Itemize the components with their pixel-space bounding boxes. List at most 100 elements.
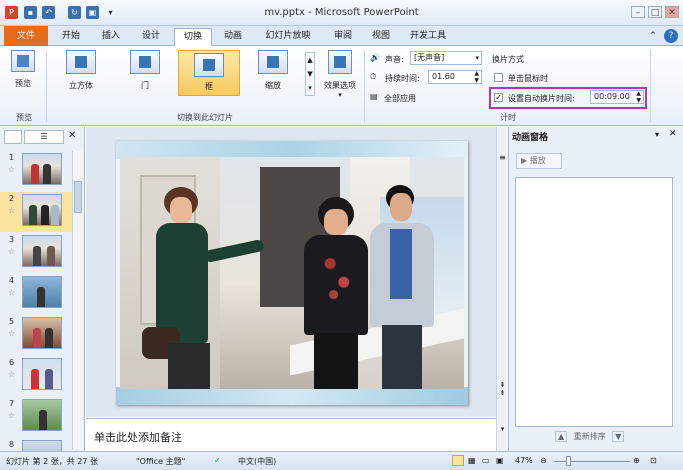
language: 中文(中国) <box>238 457 277 466</box>
star-icon: ☆ <box>8 206 16 215</box>
slide-number: 7 <box>9 399 15 408</box>
person-legs <box>168 343 210 389</box>
transition-box[interactable]: 框 <box>178 50 240 96</box>
slide-canvas[interactable] <box>116 141 468 405</box>
effect-options-label: 效果选项 <box>324 81 356 90</box>
zoom-in-icon[interactable]: ⊕ <box>633 456 640 465</box>
cube-transition-icon <box>66 50 96 74</box>
slide-thumb[interactable]: 1 ☆ <box>0 151 72 191</box>
star-icon: ☆ <box>8 247 16 256</box>
theme-name: "Office 主题" <box>136 457 186 466</box>
slide-sorter-icon[interactable]: ▦ <box>468 456 476 465</box>
maximize-button[interactable]: □ <box>648 6 662 18</box>
zoom-out-icon[interactable]: ⊖ <box>540 456 547 465</box>
slide-number: 1 <box>9 153 15 162</box>
tab-slideshow[interactable]: 幻灯片放映 <box>258 28 318 46</box>
transitions-group-label: 切换到此幻灯片 <box>177 113 233 122</box>
help-icon[interactable]: ? <box>664 29 678 43</box>
slideshow-view-icon[interactable]: ▣ <box>496 456 504 465</box>
slides-tab[interactable] <box>4 130 22 144</box>
transition-door[interactable]: 门 <box>116 50 174 96</box>
slides-panel: ☰ ✕ 1 ☆ 2 ☆ 3 ☆ 4 ☆ 5 ☆ 6 ☆ 7 ☆ 8 <box>0 127 85 451</box>
animation-list[interactable] <box>515 177 673 427</box>
on-click-checkbox[interactable] <box>494 73 503 82</box>
prev-next-slide-icon[interactable]: ⇞ ⇟ <box>498 381 507 397</box>
duration-label: 持续时间: <box>385 74 420 83</box>
scroll-handle-icon[interactable]: ≡ <box>498 153 507 163</box>
tab-file[interactable]: 文件 <box>4 26 48 46</box>
apply-all-button[interactable]: 全部应用 <box>384 93 416 104</box>
slide-thumb[interactable]: 6 ☆ <box>0 356 72 396</box>
slide-thumb[interactable]: 3 ☆ <box>0 233 72 273</box>
slide-number: 2 <box>9 194 15 203</box>
slide-thumb[interactable]: 5 ☆ <box>0 315 72 355</box>
play-button[interactable]: ▶ 播放 <box>516 153 562 169</box>
tab-design[interactable]: 设计 <box>134 28 168 46</box>
panel-scrollbar[interactable] <box>72 151 83 449</box>
slide-image <box>22 317 62 349</box>
preview-button[interactable]: 预览 <box>6 50 40 94</box>
move-up-icon[interactable]: ▲ <box>555 431 568 442</box>
door-transition-icon <box>130 50 160 74</box>
duration-field[interactable]: 01.60 ▲ ▼ <box>428 70 482 84</box>
duration-spinner-icon[interactable]: ▲ ▼ <box>474 70 479 84</box>
effect-options-button[interactable]: 效果选项 ▾ <box>318 50 362 100</box>
sound-label: 声音: <box>385 55 404 64</box>
zoom-slider-thumb[interactable] <box>566 456 571 466</box>
person-face <box>390 193 412 221</box>
tab-review[interactable]: 审阅 <box>326 28 360 46</box>
title-bar: P ▪ ↶ ↻ ▣ ▾ mv.pptx - Microsoft PowerPoi… <box>0 0 683 26</box>
slide-number: 3 <box>9 235 15 244</box>
sound-dropdown[interactable]: [无声音] ▾ <box>410 51 482 65</box>
tab-insert[interactable]: 插入 <box>94 28 128 46</box>
after-time-spinner-icon[interactable]: ▲ ▼ <box>636 90 641 104</box>
ribbon-collapse-icon[interactable]: ⌃ <box>646 28 660 46</box>
slide-thumb[interactable]: 7 ☆ <box>0 397 72 437</box>
spellcheck-icon[interactable]: ✓ <box>214 456 221 465</box>
after-time-checkbox[interactable]: ✓ <box>494 93 503 102</box>
preview-icon <box>11 50 35 72</box>
slide-thumb-selected[interactable]: 2 ☆ <box>0 192 72 232</box>
minimize-button[interactable]: – <box>631 6 645 18</box>
slide-bottom-border <box>116 387 468 405</box>
gallery-scroll[interactable]: ▲ ▼ ▾ <box>305 52 315 96</box>
close-button[interactable]: ✕ <box>665 6 679 18</box>
notes-pane[interactable]: 单击此处添加备注 <box>86 418 496 451</box>
effect-options-icon <box>328 50 352 74</box>
tab-developer[interactable]: 开发工具 <box>404 28 452 46</box>
normal-view-icon[interactable] <box>452 455 464 466</box>
transition-cube[interactable]: 立方体 <box>52 50 110 96</box>
person-jeans <box>382 325 422 389</box>
reorder-label: 重新排序 <box>573 432 606 441</box>
fit-to-window-icon[interactable]: ⊡ <box>650 456 657 465</box>
slide-image <box>22 358 62 390</box>
star-icon: ☆ <box>8 288 16 297</box>
move-down-icon[interactable]: ▼ <box>612 431 625 442</box>
after-time-field[interactable]: 00:09.00 ▲ ▼ <box>590 90 644 104</box>
tab-animations[interactable]: 动画 <box>216 28 250 46</box>
scroll-down-icon[interactable]: ▾ <box>498 425 507 433</box>
duration-icon: ⏱ <box>370 72 377 81</box>
tab-home[interactable]: 开始 <box>54 28 88 46</box>
pane-options-icon[interactable]: ▾ <box>655 130 659 139</box>
close-pane-icon[interactable]: ✕ <box>669 129 677 139</box>
tab-view[interactable]: 视图 <box>364 28 398 46</box>
box-transition-icon <box>194 53 224 77</box>
slide-thumb[interactable]: 4 ☆ <box>0 274 72 314</box>
slide-thumb[interactable]: 8 <box>0 438 72 451</box>
reorder-control[interactable]: ▲ 重新排序 ▼ <box>555 431 625 442</box>
close-panel-icon[interactable]: ✕ <box>68 130 76 141</box>
outline-tab[interactable]: ☰ <box>24 130 64 144</box>
advance-title: 换片方式 <box>492 55 524 64</box>
ribbon: 预览 预览 立方体 门 框 缩放 ▲ ▼ ▾ 效果选项 ▾ 切换到此幻灯片 🔊 声音… <box>0 46 683 126</box>
chevron-down-icon: ▾ <box>475 54 479 62</box>
star-icon: ☆ <box>8 165 16 174</box>
preview-label: 预览 <box>15 79 31 88</box>
slide-info: 幻灯片 第 2 张，共 27 张 <box>6 457 98 466</box>
slide-scrollbar[interactable]: ≡ ⇞ ⇟ ▾ <box>496 127 508 451</box>
zoom-level[interactable]: 47% <box>515 456 533 465</box>
transition-zoom[interactable]: 缩放 <box>244 50 302 96</box>
reading-view-icon[interactable]: ▭ <box>482 456 490 465</box>
tab-transitions[interactable]: 切换 <box>174 28 212 47</box>
preview-group-label: 预览 <box>16 113 32 122</box>
